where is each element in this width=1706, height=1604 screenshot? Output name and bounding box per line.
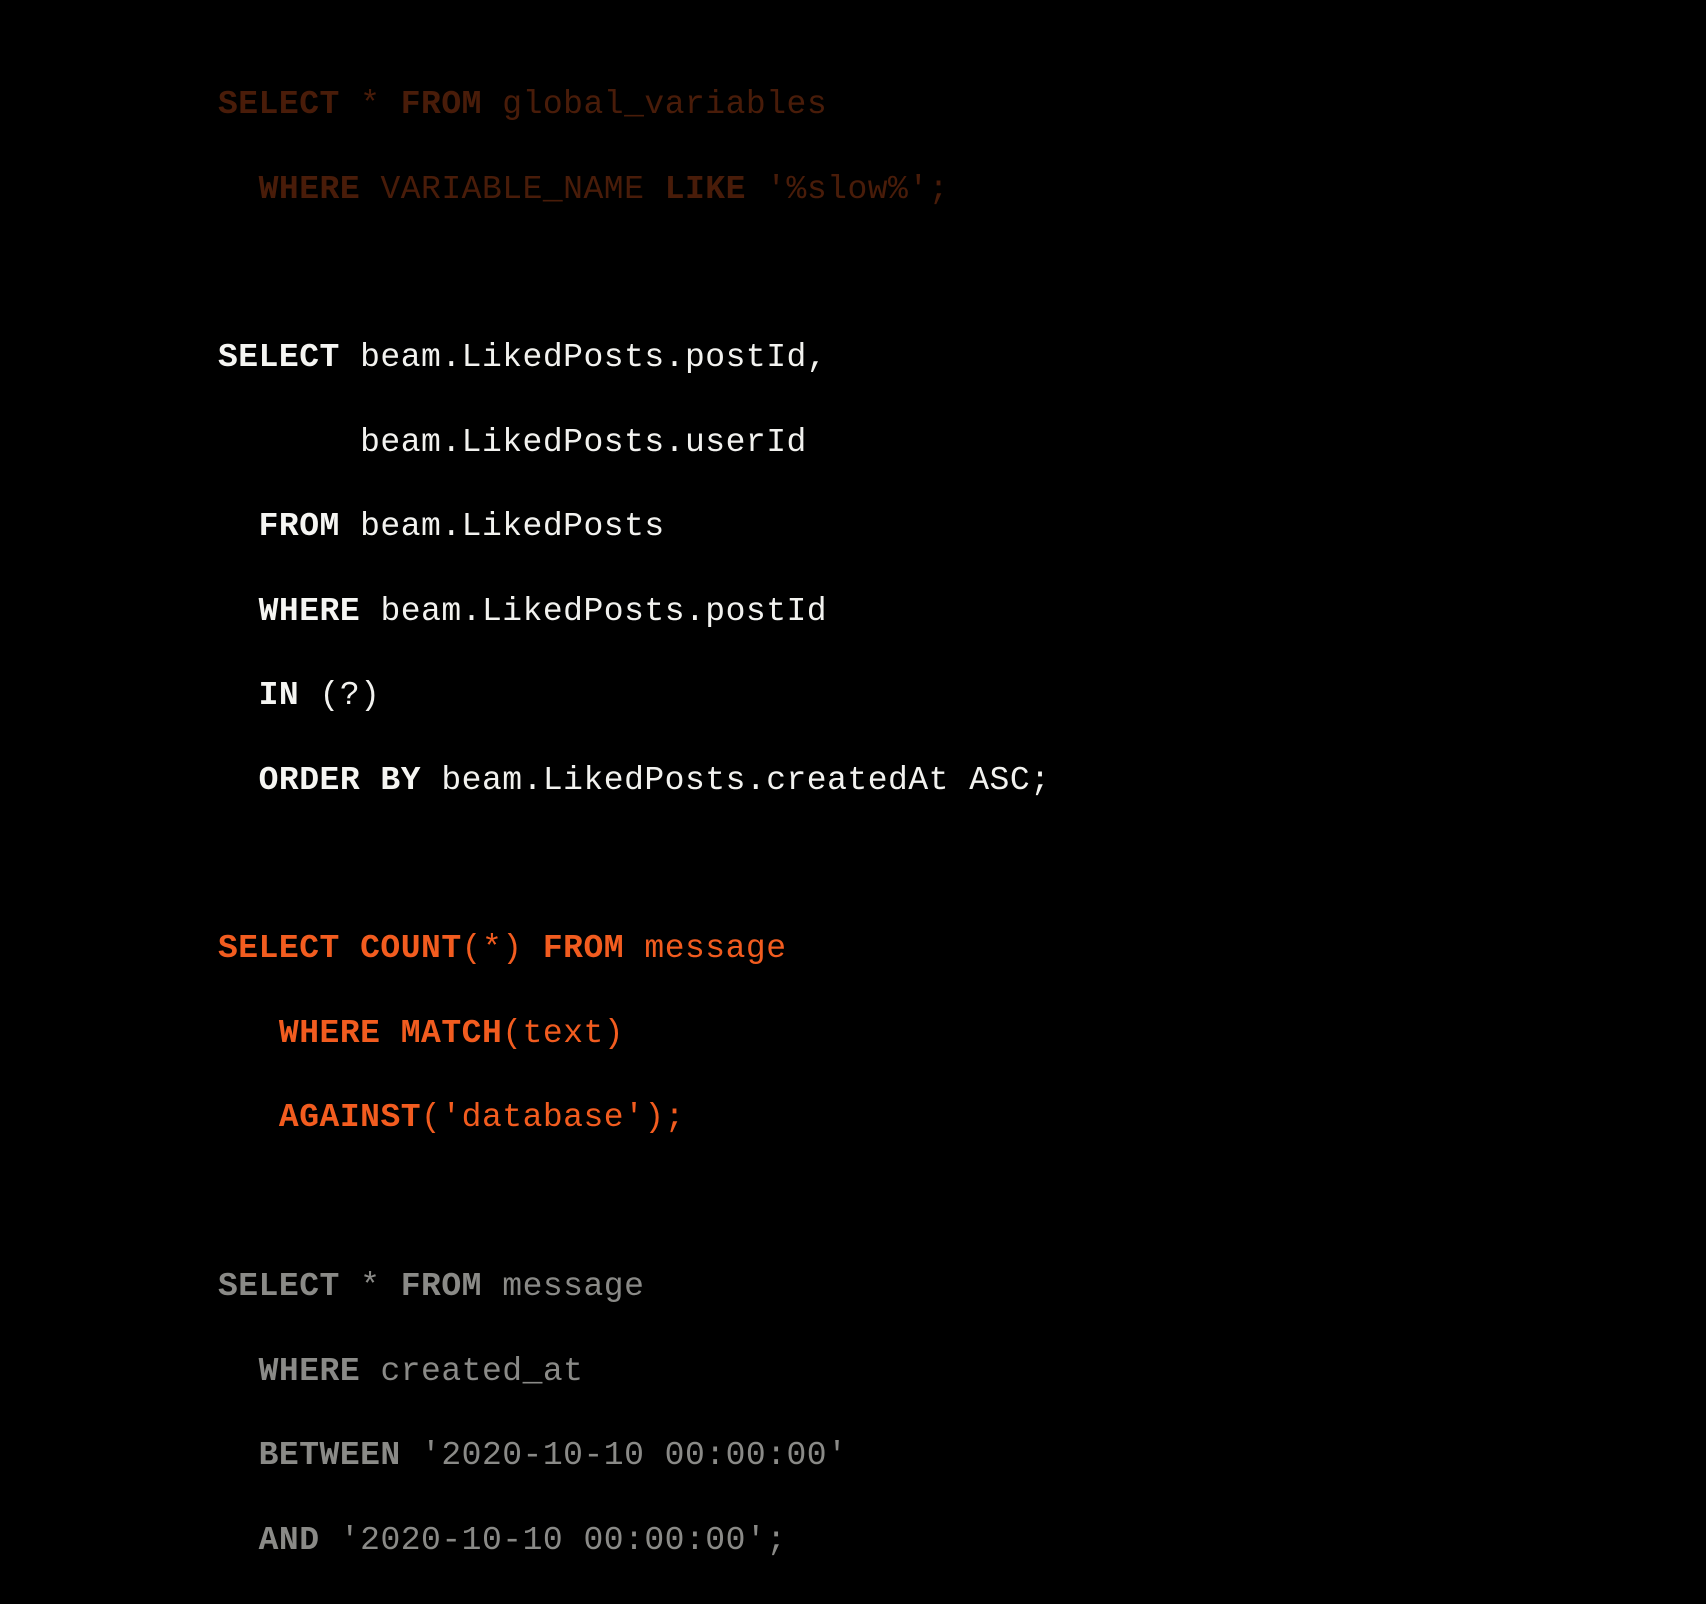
kw-from: FROM [401, 1268, 482, 1305]
kw-from: FROM [259, 508, 340, 545]
ident: created_at [360, 1353, 583, 1390]
q2-line3: FROM beam.LikedPosts [218, 506, 1050, 548]
literal: '%slow%'; [746, 171, 949, 208]
ident: beam.LikedPosts [340, 508, 665, 545]
indent [218, 424, 360, 461]
star: * [340, 1268, 401, 1305]
ident: global_variables [482, 86, 827, 123]
indent [218, 171, 259, 208]
ident: VARIABLE_NAME [360, 171, 665, 208]
kw-like: LIKE [665, 171, 746, 208]
q1-line1: SELECT * FROM global_variables [218, 84, 1050, 126]
kw-where: WHERE [259, 171, 361, 208]
indent [218, 593, 259, 630]
indent [218, 508, 259, 545]
kw-match: MATCH [380, 1015, 502, 1052]
q4-line2: WHERE created_at [218, 1351, 1050, 1393]
q2-line1: SELECT beam.LikedPosts.postId, [218, 337, 1050, 379]
star: * [340, 86, 401, 123]
ident: beam.LikedPosts.postId, [340, 339, 827, 376]
indent [218, 1015, 279, 1052]
ident: beam.LikedPosts.userId [360, 424, 807, 461]
args: (text) [502, 1015, 624, 1052]
ident: beam.LikedPosts.postId [360, 593, 827, 630]
q1-line2: WHERE VARIABLE_NAME LIKE '%slow%'; [218, 169, 1050, 211]
indent [218, 762, 259, 799]
q4-line3: BETWEEN '2020-10-10 00:00:00' [218, 1435, 1050, 1477]
q4-line1: SELECT * FROM message [218, 1266, 1050, 1308]
q2-line5: IN (?) [218, 675, 1050, 717]
kw-count: COUNT [340, 930, 462, 967]
indent [218, 1099, 279, 1136]
blank-line [218, 1182, 1050, 1224]
ident: message [482, 1268, 644, 1305]
kw-select: SELECT [218, 1268, 340, 1305]
kw-where: WHERE [259, 1353, 361, 1390]
q3-line2: WHERE MATCH(text) [218, 1013, 1050, 1055]
q3-line1: SELECT COUNT(*) FROM message [218, 928, 1050, 970]
kw-between: BETWEEN [259, 1437, 401, 1474]
kw-orderby: ORDER BY [259, 762, 421, 799]
kw-from: FROM [543, 930, 624, 967]
kw-and: AND [259, 1522, 320, 1559]
q3-line3: AGAINST('database'); [218, 1097, 1050, 1139]
q2-line4: WHERE beam.LikedPosts.postId [218, 591, 1050, 633]
blank-line [218, 844, 1050, 886]
kw-against: AGAINST [279, 1099, 421, 1136]
kw-in: IN [259, 677, 300, 714]
kw-where: WHERE [259, 593, 361, 630]
kw-select: SELECT [218, 339, 340, 376]
q2-line2: beam.LikedPosts.userId [218, 422, 1050, 464]
kw-where: WHERE [279, 1015, 381, 1052]
args: (?) [299, 677, 380, 714]
ident: beam.LikedPosts.createdAt ASC; [421, 762, 1050, 799]
kw-from: FROM [401, 86, 482, 123]
indent [218, 1353, 259, 1390]
args: (*) [462, 930, 543, 967]
q4-line4: AND '2020-10-10 00:00:00'; [218, 1520, 1050, 1562]
indent [218, 1522, 259, 1559]
args: ('database'); [421, 1099, 685, 1136]
indent [218, 1437, 259, 1474]
indent [218, 677, 259, 714]
kw-select: SELECT [218, 930, 340, 967]
literal: '2020-10-10 00:00:00' [401, 1437, 848, 1474]
q2-line6: ORDER BY beam.LikedPosts.createdAt ASC; [218, 760, 1050, 802]
literal: '2020-10-10 00:00:00'; [320, 1522, 787, 1559]
blank-line [218, 253, 1050, 295]
sql-code-block: SELECT * FROM global_variables WHERE VAR… [218, 42, 1050, 1604]
kw-select: SELECT [218, 86, 340, 123]
ident: message [624, 930, 786, 967]
